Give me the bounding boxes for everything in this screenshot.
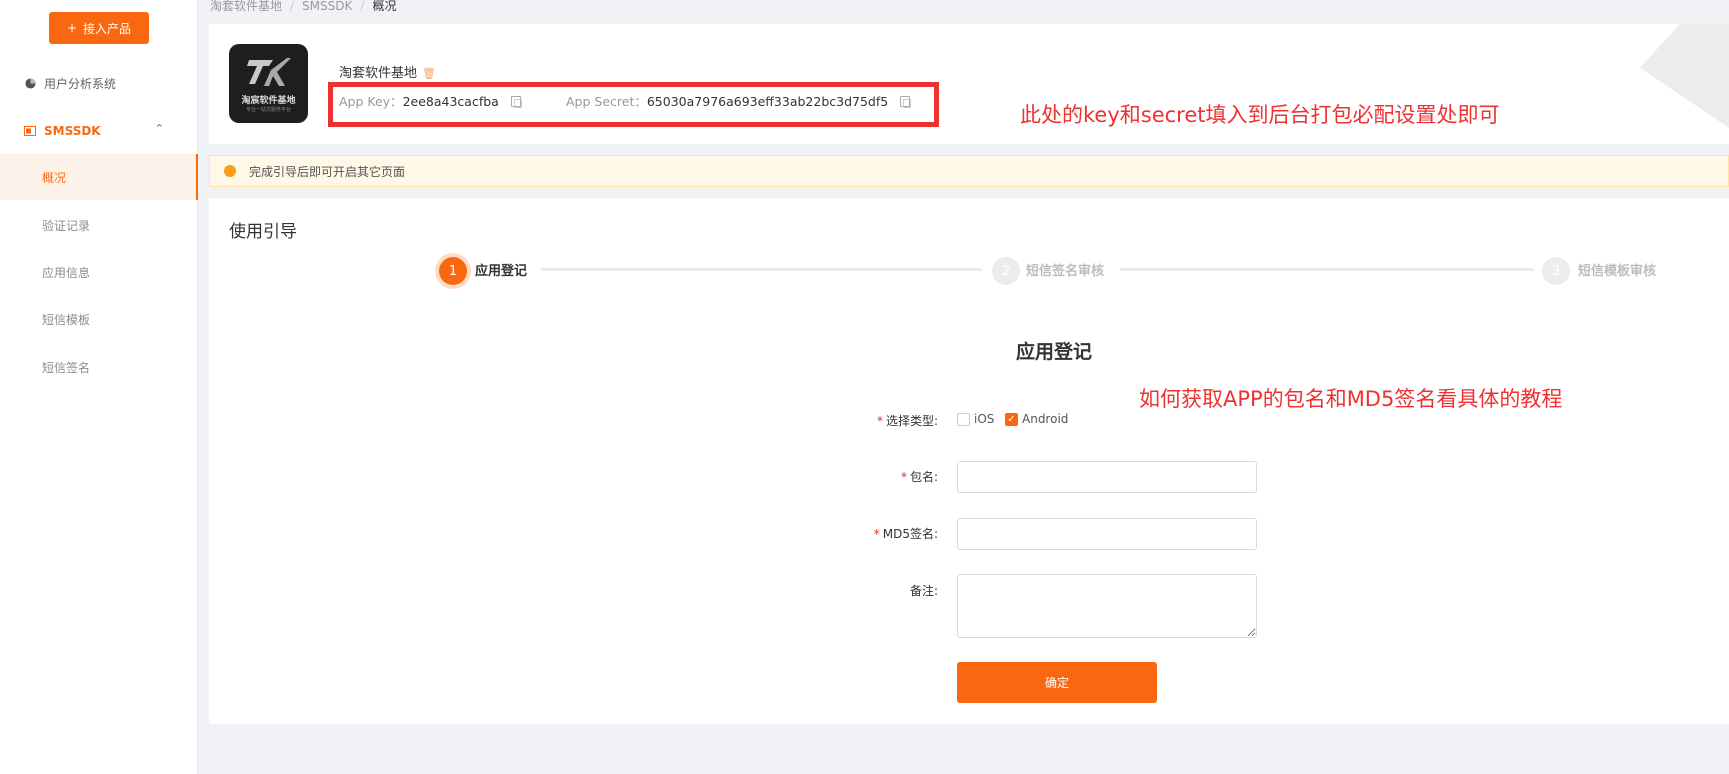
annotation-md5-note: 如何获取APP的包名和MD5签名看具体的教程 [1139, 387, 1563, 411]
sidebar-subitem-label: 短信模板 [42, 312, 91, 327]
type-label: * 选择类型: [738, 412, 938, 429]
sidebar-subitem-app-info[interactable]: 应用信息 [0, 249, 198, 295]
sidebar-subitem-overview[interactable]: 概况 [0, 154, 198, 200]
sidebar-item-label: 用户分析系统 [44, 76, 117, 91]
logo-mark-icon [247, 58, 291, 86]
sidebar-subitem-label: 短信签名 [42, 360, 91, 375]
step-3-circle: 3 [1542, 257, 1570, 285]
checkbox-icon [957, 412, 970, 426]
type-label-text: 选择类型: [885, 414, 938, 428]
breadcrumb: 淘套软件基地 / SMSSDK / 概况 [210, 0, 397, 13]
md5-input[interactable] [957, 518, 1257, 550]
sms-icon [24, 125, 36, 137]
highlight-box [328, 82, 939, 127]
ios-checkbox[interactable]: iOS [957, 412, 994, 426]
step-connector [1120, 268, 1534, 271]
annotation-keys-note: 此处的key和secret填入到后台打包必配设置处即可 [1020, 103, 1500, 127]
notice-bar: 完成引导后即可开启其它页面 [209, 155, 1729, 187]
notice-text: 完成引导后即可开启其它页面 [249, 164, 406, 179]
sidebar-subitem-label: 验证记录 [42, 218, 91, 233]
app-logo: 淘宸软件基地 专业一站式服务平台 [229, 44, 308, 123]
step-connector [541, 268, 982, 271]
guide-title: 使用引导 [229, 222, 297, 242]
md5-label: * MD5签名: [738, 525, 938, 542]
logo-subtitle: 专业一站式服务平台 [245, 107, 291, 113]
sidebar-item-smssdk[interactable]: SMSSDK ⌃ [0, 108, 198, 154]
step-2-label: 短信签名审核 [1026, 264, 1105, 279]
required-mark: * [873, 527, 880, 541]
delete-icon[interactable]: 🗑 [422, 67, 436, 80]
breadcrumb-item[interactable]: SMSSDK [302, 0, 352, 13]
step-3-label: 短信模板审核 [1578, 264, 1657, 279]
sidebar-subitem-sms-signature[interactable]: 短信签名 [0, 344, 198, 390]
android-checkbox[interactable]: ✓ Android [1005, 412, 1068, 426]
warning-dot-icon [224, 165, 236, 177]
app-name: 淘套软件基地 🗑 [339, 62, 436, 81]
sidebar-subitem-verify-records[interactable]: 验证记录 [0, 202, 198, 248]
package-label-text: 包名: [909, 470, 938, 484]
required-mark: * [876, 414, 883, 428]
step-2-circle: 2 [992, 257, 1020, 285]
sidebar-item-user-analytics[interactable]: 用户分析系统 [0, 60, 198, 106]
note-label: 备注: [909, 584, 938, 598]
step-1-label: 应用登记 [475, 264, 528, 279]
add-product-label: 接入产品 [83, 21, 132, 36]
app-name-text: 淘套软件基地 [339, 66, 418, 81]
add-product-button[interactable]: + 接入产品 [49, 12, 149, 44]
md5-label-text: MD5签名: [882, 527, 938, 541]
pie-chart-icon [24, 77, 36, 89]
breadcrumb-current: 概况 [372, 0, 397, 13]
step-1-circle: 1 [439, 257, 467, 285]
package-input[interactable] [957, 461, 1257, 493]
form-title: 应用登记 [1016, 341, 1093, 363]
checkbox-checked-icon: ✓ [1005, 412, 1018, 426]
sidebar-subitem-label: 概况 [42, 170, 67, 185]
note-textarea[interactable] [957, 574, 1257, 638]
sidebar-subitem-sms-template[interactable]: 短信模板 [0, 296, 198, 342]
package-label: * 包名: [738, 468, 938, 485]
logo-title: 淘宸软件基地 [241, 96, 296, 106]
required-mark: * [900, 470, 907, 484]
ios-label: iOS [974, 412, 995, 426]
sidebar-item-label: SMSSDK [44, 124, 101, 138]
chevron-up-icon[interactable]: ⌃ [155, 122, 164, 135]
submit-button[interactable]: 确定 [957, 662, 1157, 703]
sidebar-subitem-label: 应用信息 [42, 265, 91, 280]
android-label: Android [1022, 412, 1069, 426]
breadcrumb-item[interactable]: 淘套软件基地 [210, 0, 282, 13]
plus-icon: + [66, 21, 78, 35]
